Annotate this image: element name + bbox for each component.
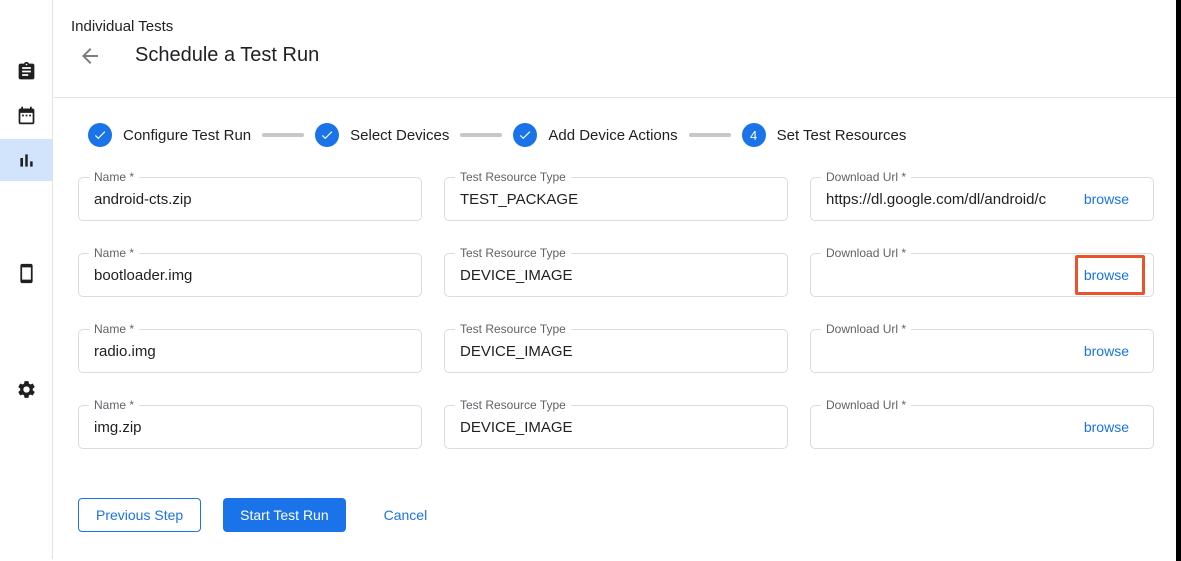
step-connector <box>262 133 304 137</box>
resource-name-field[interactable]: Name * android-cts.zip <box>78 177 422 221</box>
resource-name-field[interactable]: Name * radio.img <box>78 329 422 373</box>
step-configure-test-run[interactable]: Configure Test Run <box>88 123 251 147</box>
download-url-field[interactable]: Download Url * browse <box>810 253 1154 297</box>
download-url-field[interactable]: Download Url * browse <box>810 329 1154 373</box>
url-field-label: Download Url * <box>821 246 911 260</box>
action-bar: Previous Step Start Test Run Cancel <box>78 498 443 532</box>
download-url-field[interactable]: Download Url * browse <box>810 405 1154 449</box>
url-field-label: Download Url * <box>821 398 911 412</box>
resource-name-value: img.zip <box>79 419 421 436</box>
sidebar-item-test-results[interactable] <box>0 139 53 181</box>
sidebar-item-settings[interactable] <box>0 368 53 410</box>
name-field-label: Name * <box>89 170 139 184</box>
check-icon <box>93 128 107 142</box>
url-field-label: Download Url * <box>821 170 911 184</box>
check-icon <box>518 128 532 142</box>
step-connector <box>689 133 731 137</box>
step-label: Configure Test Run <box>123 127 251 144</box>
step-label: Add Device Actions <box>548 127 677 144</box>
resource-name-value: android-cts.zip <box>79 191 421 208</box>
arrow-back-icon <box>78 44 102 68</box>
download-url-value: https://dl.google.com/dl/android/c <box>811 191 1078 208</box>
resource-type-value: TEST_PACKAGE <box>445 191 787 208</box>
resource-type-value: DEVICE_IMAGE <box>445 343 787 360</box>
sidebar <box>0 0 53 559</box>
step-label: Select Devices <box>350 127 449 144</box>
sidebar-item-test-plans[interactable] <box>0 94 53 136</box>
resource-grid: Name * android-cts.zip Test Resource Typ… <box>78 177 1154 449</box>
step-set-test-resources[interactable]: 4 Set Test Resources <box>742 123 907 147</box>
resource-type-field[interactable]: Test Resource Type TEST_PACKAGE <box>444 177 788 221</box>
calendar-icon <box>16 105 37 126</box>
sidebar-item-tests[interactable] <box>0 50 53 92</box>
step-current-indicator: 4 <box>742 123 766 147</box>
step-complete-indicator <box>315 123 339 147</box>
clipboard-icon <box>16 61 37 82</box>
name-field-label: Name * <box>89 398 139 412</box>
browse-link[interactable]: browse <box>1078 259 1153 291</box>
step-number: 4 <box>750 128 757 143</box>
gear-icon <box>16 379 37 400</box>
type-field-label: Test Resource Type <box>455 322 571 336</box>
cancel-button[interactable]: Cancel <box>368 498 444 532</box>
check-icon <box>320 128 334 142</box>
name-field-label: Name * <box>89 246 139 260</box>
resource-type-value: DEVICE_IMAGE <box>445 419 787 436</box>
step-complete-indicator <box>513 123 537 147</box>
download-url-field[interactable]: Download Url * https://dl.google.com/dl/… <box>810 177 1154 221</box>
step-add-device-actions[interactable]: Add Device Actions <box>513 123 677 147</box>
browse-link[interactable]: browse <box>1078 411 1153 443</box>
step-complete-indicator <box>88 123 112 147</box>
back-button[interactable] <box>78 44 104 70</box>
step-connector <box>460 133 502 137</box>
resource-name-value: radio.img <box>79 343 421 360</box>
browse-link[interactable]: browse <box>1078 183 1153 215</box>
resource-type-value: DEVICE_IMAGE <box>445 267 787 284</box>
bar-chart-icon <box>16 150 37 171</box>
sidebar-item-devices[interactable] <box>0 252 53 294</box>
resource-type-field[interactable]: Test Resource Type DEVICE_IMAGE <box>444 405 788 449</box>
resource-type-field[interactable]: Test Resource Type DEVICE_IMAGE <box>444 253 788 297</box>
resource-name-field[interactable]: Name * bootloader.img <box>78 253 422 297</box>
resource-type-field[interactable]: Test Resource Type DEVICE_IMAGE <box>444 329 788 373</box>
resource-name-field[interactable]: Name * img.zip <box>78 405 422 449</box>
stepper: Configure Test Run Select Devices Add De… <box>88 121 1151 149</box>
step-label: Set Test Resources <box>777 127 907 144</box>
breadcrumb: Individual Tests <box>71 18 173 35</box>
page-title: Schedule a Test Run <box>135 44 319 67</box>
url-field-label: Download Url * <box>821 322 911 336</box>
resource-name-value: bootloader.img <box>79 267 421 284</box>
browse-link[interactable]: browse <box>1078 335 1153 367</box>
name-field-label: Name * <box>89 322 139 336</box>
previous-step-button[interactable]: Previous Step <box>78 498 201 532</box>
header-divider <box>54 97 1176 98</box>
start-test-run-button[interactable]: Start Test Run <box>223 498 345 532</box>
type-field-label: Test Resource Type <box>455 170 571 184</box>
screen-right-edge <box>1176 0 1181 561</box>
step-select-devices[interactable]: Select Devices <box>315 123 449 147</box>
type-field-label: Test Resource Type <box>455 246 571 260</box>
type-field-label: Test Resource Type <box>455 398 571 412</box>
smartphone-icon <box>16 263 37 284</box>
